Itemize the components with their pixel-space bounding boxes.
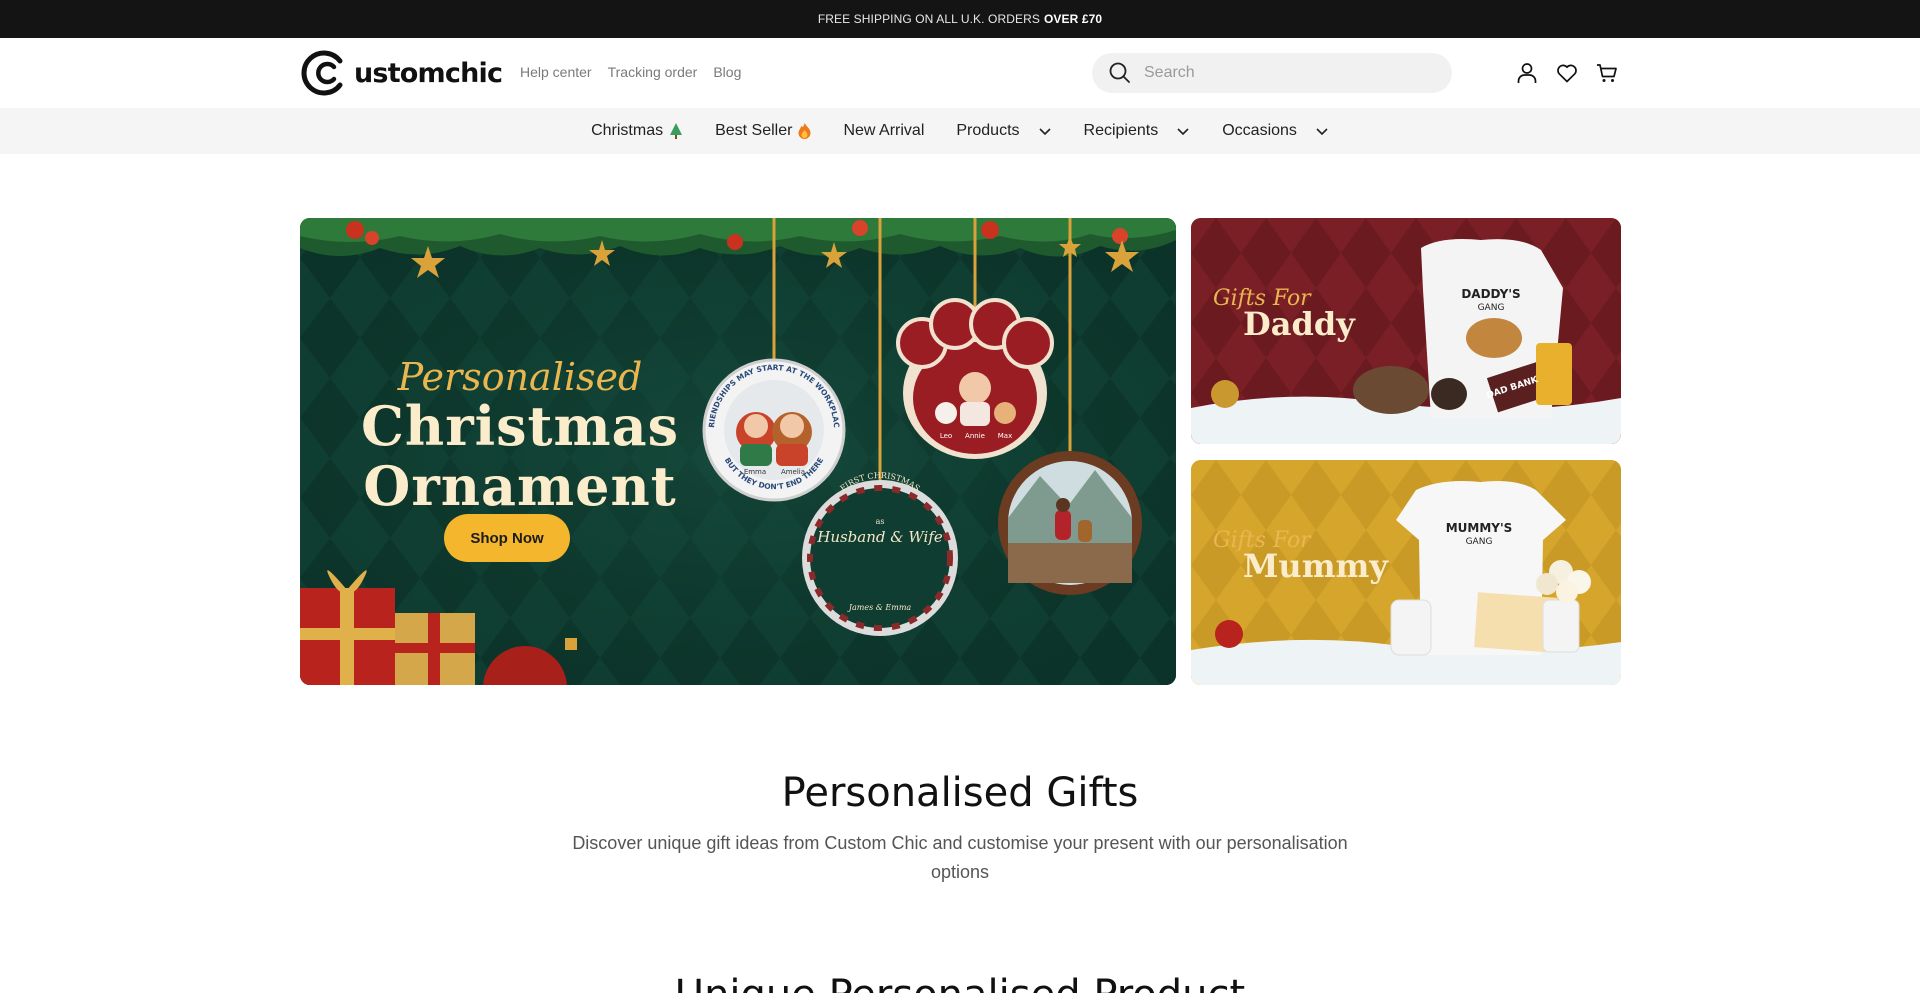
top-links: Help center Tracking order Blog bbox=[520, 64, 741, 80]
hero-text: Personalised Christmas Ornament bbox=[355, 358, 685, 516]
search-icon[interactable] bbox=[1108, 61, 1132, 85]
announcement-bar: FREE SHIPPING ON ALL U.K. ORDERS OVER £7… bbox=[0, 0, 1920, 38]
daddy-shirt-text: DADDY'S bbox=[1461, 287, 1520, 301]
search-input[interactable] bbox=[1144, 64, 1424, 82]
daddy-shirt-sub: GANG bbox=[1478, 303, 1505, 313]
tracking-order-link[interactable]: Tracking order bbox=[608, 64, 698, 80]
nav-item-recipients[interactable]: Recipients bbox=[1084, 122, 1191, 140]
header-icons bbox=[1514, 60, 1620, 86]
announcement-text: FREE SHIPPING ON ALL U.K. ORDERS bbox=[817, 12, 1040, 26]
dad-bank-text: DAD BANK bbox=[1485, 375, 1540, 401]
blog-link[interactable]: Blog bbox=[713, 64, 741, 80]
site-header: ustomchic Help center Tracking order Blo… bbox=[0, 38, 1920, 108]
mummy-label: Gifts For Mummy bbox=[1213, 528, 1388, 585]
fire-icon bbox=[798, 123, 811, 139]
hero-banner[interactable]: Personalised Christmas Ornament Shop Now… bbox=[300, 218, 1176, 685]
nav-label-best-seller: Best Seller bbox=[715, 122, 793, 139]
heart-icon[interactable] bbox=[1554, 60, 1580, 86]
chevron-down-icon bbox=[1177, 128, 1189, 136]
nav-item-best-seller[interactable]: Best Seller bbox=[715, 122, 811, 140]
nav-label-new-arrival: New Arrival bbox=[843, 122, 925, 139]
hero-line2: Ornament bbox=[363, 454, 677, 518]
chevron-down-icon bbox=[1038, 128, 1051, 136]
help-center-link[interactable]: Help center bbox=[520, 64, 592, 80]
nav-item-new-arrival[interactable]: New Arrival bbox=[843, 122, 924, 140]
announcement-highlight: OVER £70 bbox=[1043, 12, 1103, 26]
shop-now-button[interactable]: Shop Now bbox=[444, 514, 570, 562]
section-title: Personalised Gifts bbox=[781, 770, 1139, 816]
logo-c-icon bbox=[301, 50, 343, 96]
logo[interactable]: ustomchic bbox=[300, 50, 503, 96]
daddy-label: Gifts For Daddy bbox=[1213, 286, 1355, 343]
nav-label-recipients: Recipients bbox=[1083, 122, 1159, 139]
nav-label-christmas: Christmas bbox=[591, 122, 664, 139]
nav-label-occasions: Occasions bbox=[1222, 122, 1297, 139]
nav-item-christmas[interactable]: Christmas bbox=[591, 122, 683, 140]
mummy-title: Mummy bbox=[1243, 547, 1388, 585]
section-subtitle: Discover unique gift ideas from Custom C… bbox=[572, 833, 1348, 882]
promo-mummy-banner[interactable]: MUMMY'S GANG Gifts For Mummy bbox=[1191, 460, 1621, 685]
nav-label-products: Products bbox=[956, 122, 1020, 139]
cart-icon[interactable] bbox=[1594, 60, 1620, 86]
nav-item-occasions[interactable]: Occasions bbox=[1222, 122, 1329, 140]
promo-daddy-banner[interactable]: DADDY'S GANG DAD BANK Gifts For Daddy bbox=[1191, 218, 1621, 444]
mummy-shirt-sub: GANG bbox=[1466, 537, 1493, 547]
nav-item-products[interactable]: Products bbox=[956, 122, 1051, 140]
hero-script: Personalised bbox=[397, 355, 643, 399]
search-bar[interactable] bbox=[1092, 53, 1452, 93]
hero-line1: Christmas bbox=[360, 394, 680, 458]
chevron-down-icon bbox=[1316, 128, 1328, 136]
mummy-shirt-text: MUMMY'S bbox=[1446, 521, 1513, 535]
main-nav: Christmas Best Seller New Arrival Produc… bbox=[0, 108, 1920, 154]
tree-icon bbox=[670, 123, 683, 139]
daddy-title: Daddy bbox=[1243, 305, 1355, 343]
user-icon[interactable] bbox=[1514, 60, 1540, 86]
logo-text: ustomchic bbox=[354, 57, 503, 89]
next-section-title: Unique Personalised Product bbox=[0, 972, 1920, 993]
